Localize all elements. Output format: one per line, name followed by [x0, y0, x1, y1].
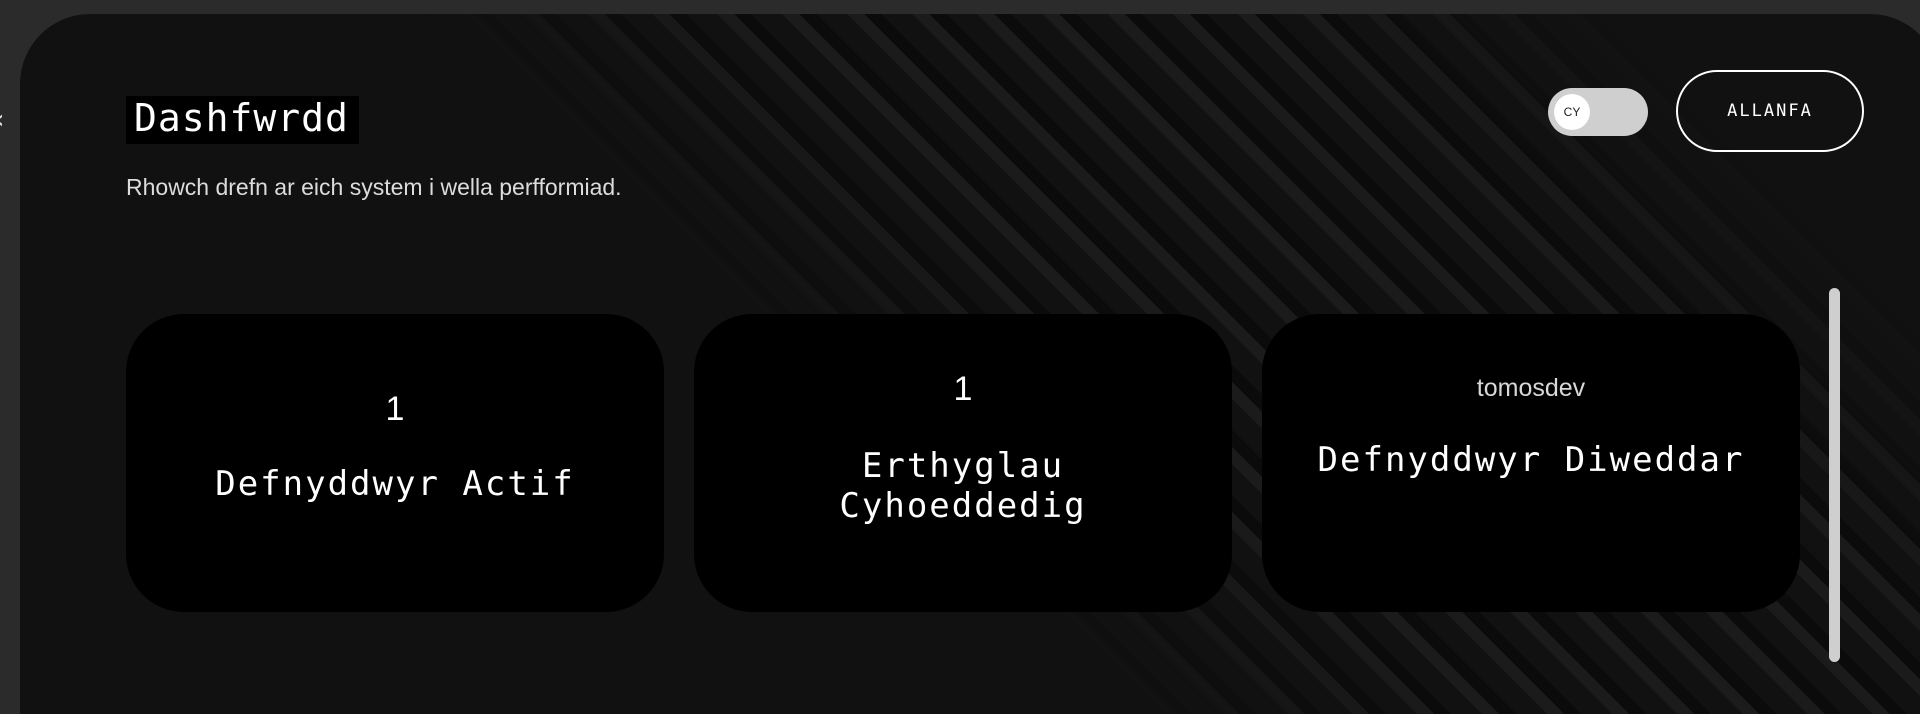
- language-toggle-knob: CY: [1554, 94, 1590, 130]
- stat-card-active-users: 1 Defnyddwyr Actif: [126, 314, 664, 612]
- stat-value: 1: [385, 390, 405, 428]
- scrollbar[interactable]: [1829, 288, 1840, 662]
- language-toggle[interactable]: CY: [1548, 88, 1648, 136]
- stat-card-recent-users: tomosdev Defnyddwyr Diweddar: [1262, 314, 1800, 612]
- stat-label: Defnyddwyr Diweddar: [1317, 440, 1745, 480]
- stat-card-published-articles: 1 Erthyglau Cyhoeddedig: [694, 314, 1232, 612]
- page-title: Dashfwrdd: [126, 96, 359, 144]
- stat-label: Erthyglau Cyhoeddedig: [839, 446, 1087, 526]
- page-subtitle: Rhowch drefn ar eich system i wella perf…: [126, 174, 622, 200]
- recent-username: tomosdev: [1476, 374, 1586, 402]
- chevron-left-icon[interactable]: ‹: [0, 107, 8, 133]
- logout-button[interactable]: ALLANFA: [1676, 70, 1864, 152]
- stat-label: Defnyddwyr Actif: [215, 464, 575, 504]
- stat-value: 1: [953, 370, 973, 408]
